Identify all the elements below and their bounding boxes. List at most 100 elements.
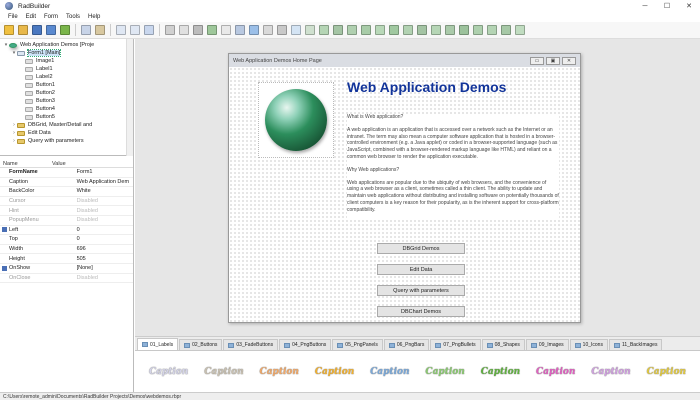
toolbar-button-save[interactable] [30,24,43,37]
toolbar-button-text[interactable] [191,24,204,37]
palette-tab[interactable]: 02_Buttons [179,339,223,350]
toolbar-button-edit[interactable] [177,24,190,37]
property-value[interactable]: Web Application Dem [52,179,133,185]
palette-tab[interactable]: 04_PngButtons [279,339,332,350]
palette-tab[interactable]: 09_Images [525,339,569,350]
toolbar-button-combobox[interactable] [275,24,288,37]
palette-tab[interactable]: 10_Icons [569,339,608,350]
close-button[interactable]: ✕ [678,0,700,12]
toolbar-button-save-all[interactable] [44,24,57,37]
description-label[interactable]: What is Web application? A web applicati… [347,114,559,220]
toolbar-button-image[interactable] [289,24,302,37]
palette-tab[interactable]: 11_BackImages [608,339,663,350]
form-heading[interactable]: Web Application Demos [347,79,506,95]
tree-item[interactable]: ▾ Web Application Demos [Proje [0,41,133,49]
toolbar-button-open[interactable] [16,24,29,37]
property-value[interactable]: Disabled [52,198,133,204]
toolbar-button-dbgrid[interactable] [429,24,442,37]
caption-sample[interactable]: Caption [423,364,466,380]
minimize-button[interactable]: ─ [634,0,656,12]
property-row[interactable]: Width 696 [0,245,133,255]
property-value[interactable]: 0 [52,236,133,242]
toolbar-button-paste[interactable] [93,24,106,37]
toolbar-button-listbox[interactable] [261,24,274,37]
toolbar-button-button[interactable] [205,24,218,37]
toolbar-button-new-project[interactable] [2,24,15,37]
toolbar-button-chart[interactable] [443,24,456,37]
toolbar-button-resize[interactable] [142,24,155,37]
property-row[interactable]: Height 505 [0,254,133,264]
edit-data-button[interactable]: Edit Data [377,264,465,275]
toolbar-button-timer[interactable] [387,24,400,37]
property-value[interactable]: Disabled [52,275,133,281]
property-value[interactable]: 505 [52,256,133,262]
toolbar-button-media[interactable] [401,24,414,37]
property-row[interactable]: BackColor White [0,187,133,197]
property-value[interactable]: [None] [52,265,133,271]
property-value[interactable]: Disabled [52,217,133,223]
palette-tab[interactable]: 01_Labels [137,338,179,350]
menu-edit[interactable]: Edit [22,14,40,20]
property-row[interactable]: OnClose Disabled [0,274,133,284]
property-row[interactable]: Left 0 [0,226,133,236]
tree-item[interactable]: Button5 [0,113,133,121]
palette-tab[interactable]: 08_Shapes [481,339,525,350]
menu-help[interactable]: Help [84,14,104,20]
toolbar-button-grid[interactable] [233,24,246,37]
tree-item[interactable]: ▾ Form1 [Main] [0,49,133,57]
toolbar-button-build[interactable] [58,24,71,37]
palette-tab[interactable]: 07_PngBullets [430,339,481,350]
property-row[interactable]: Hint Disabled [0,206,133,216]
property-row[interactable]: PopupMenu Disabled [0,216,133,226]
globe-image[interactable] [258,82,334,158]
tree-item[interactable]: Button3 [0,97,133,105]
toolbar-button-tab[interactable] [485,24,498,37]
caption-sample[interactable]: Caption [258,364,301,380]
property-row[interactable]: OnShow [None] [0,264,133,274]
tree-item[interactable]: Button1 [0,81,133,89]
tree-item[interactable]: Button4 [0,105,133,113]
tree-item[interactable]: Button2 [0,89,133,97]
toolbar-button-menu[interactable] [457,24,470,37]
toolbar-button-page[interactable] [114,24,127,37]
query-with-parameters-button[interactable]: Query with parameters [377,285,465,296]
property-value[interactable]: White [52,188,133,194]
toolbar-button-panel[interactable] [219,24,232,37]
tree-item[interactable]: › Edit Data [0,129,133,137]
toolbar-button-memo[interactable] [303,24,316,37]
toolbar-button-preview[interactable] [513,24,526,37]
form-close-button[interactable]: ✕ [562,56,576,65]
tree-item[interactable]: › DBGrid, Master/Detail and [0,121,133,129]
menu-form[interactable]: Form [40,14,62,20]
tree-item[interactable]: › Query with parameters [0,137,133,145]
menu-file[interactable]: File [4,14,22,20]
property-value[interactable]: Disabled [52,208,133,214]
property-value[interactable]: 696 [52,246,133,252]
toolbar-button-progress[interactable] [359,24,372,37]
tree-item[interactable]: Label2 [0,73,133,81]
property-row[interactable]: FormName Form1 [0,168,133,178]
tree-item[interactable]: Label1 [0,65,133,73]
caption-sample[interactable]: Caption [645,364,688,380]
caption-sample[interactable]: Caption [368,364,411,380]
palette-tab[interactable]: 06_PngBars [383,339,430,350]
property-value[interactable]: 0 [52,227,133,233]
toolbar-button-label[interactable] [163,24,176,37]
toolbar-button-groupbox[interactable] [331,24,344,37]
caption-sample[interactable]: Caption [534,364,577,380]
form-maximize-button[interactable]: ▣ [546,56,560,65]
tree-item[interactable]: Image1 [0,57,133,65]
tree-scrollbar[interactable] [126,39,133,156]
property-row[interactable]: Top 0 [0,235,133,245]
toolbar-button-shape[interactable] [345,24,358,37]
dbchart-demos-button[interactable]: DBChart Demos [377,306,465,317]
palette-tab[interactable]: 05_PngPanels [332,339,383,350]
palette-tab[interactable]: 03_FadeButtons [223,339,279,350]
toolbar-button-flash[interactable] [499,24,512,37]
caption-sample[interactable]: Caption [313,364,356,380]
toolbar-button-page-alt[interactable] [128,24,141,37]
property-row[interactable]: Cursor Disabled [0,197,133,207]
menu-tools[interactable]: Tools [62,14,84,20]
toolbar-button-radio[interactable] [317,24,330,37]
toolbar-button-trackbar[interactable] [373,24,386,37]
